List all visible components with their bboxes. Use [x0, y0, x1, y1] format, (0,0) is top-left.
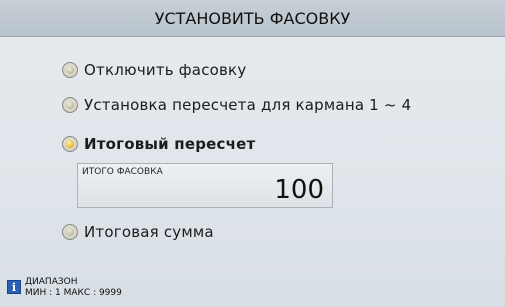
- page-title: УСТАНОВИТЬ ФАСОВКУ: [154, 8, 351, 28]
- option-total-count[interactable]: Итоговый пересчет: [62, 135, 255, 153]
- total-packing-value: 100: [274, 175, 324, 205]
- radio-button-icon[interactable]: [62, 62, 78, 78]
- range-text: ДИАПАЗОН МИН : 1 МАКС : 9999: [25, 277, 122, 299]
- option-label: Установка пересчета для кармана 1 ~ 4: [84, 96, 412, 114]
- title-bar: УСТАНОВИТЬ ФАСОВКУ: [0, 0, 505, 37]
- range-info: i ДИАПАЗОН МИН : 1 МАКС : 9999: [7, 277, 122, 299]
- option-label: Отключить фасовку: [84, 61, 247, 79]
- total-packing-label: ИТОГО ФАСОВКА: [82, 167, 163, 177]
- option-pocket-count[interactable]: Установка пересчета для кармана 1 ~ 4: [62, 96, 411, 114]
- total-packing-field[interactable]: ИТОГО ФАСОВКА 100: [77, 163, 333, 208]
- range-values: МИН : 1 МАКС : 9999: [25, 288, 122, 298]
- option-label: Итоговая сумма: [84, 223, 214, 241]
- range-title: ДИАПАЗОН: [25, 277, 78, 287]
- option-total-sum[interactable]: Итоговая сумма: [62, 223, 214, 241]
- option-disable-packing[interactable]: Отключить фасовку: [62, 61, 246, 79]
- radio-button-icon[interactable]: [62, 97, 78, 113]
- radio-button-selected-icon[interactable]: [62, 136, 78, 152]
- radio-button-icon[interactable]: [62, 224, 78, 240]
- option-label: Итоговый пересчет: [84, 135, 256, 153]
- info-icon: i: [7, 280, 21, 294]
